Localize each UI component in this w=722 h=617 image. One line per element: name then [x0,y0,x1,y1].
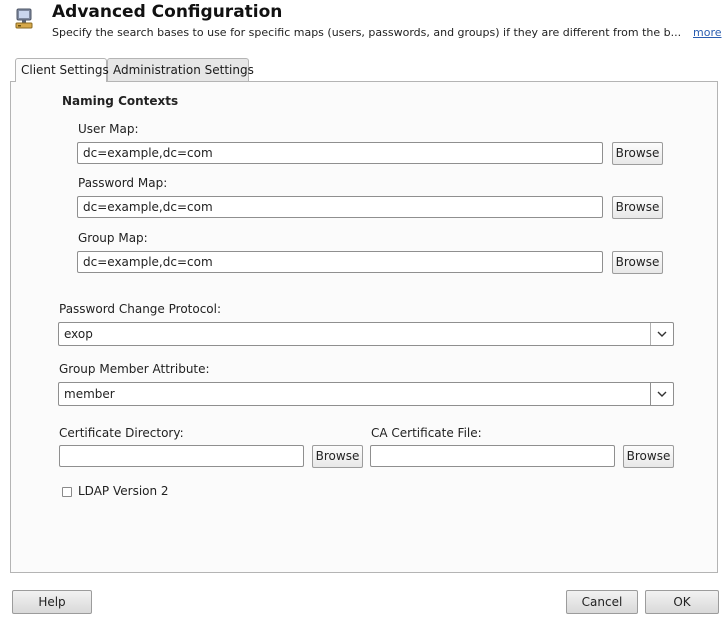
naming-contexts-heading: Naming Contexts [62,94,179,108]
user-map-label: User Map: [78,122,139,136]
user-map-field[interactable]: dc=example,dc=com [77,142,603,164]
certificate-directory-browse-button[interactable]: Browse [312,445,363,468]
computer-network-icon [14,7,34,31]
dialog-description: Specify the search bases to use for spec… [52,26,682,39]
ldap-version2-checkbox[interactable] [62,487,72,497]
chevron-down-icon[interactable] [650,323,673,345]
ldap-version2-label[interactable]: LDAP Version 2 [78,484,169,498]
password-change-protocol-select[interactable]: exop [58,322,674,346]
certificate-directory-label: Certificate Directory: [59,426,184,440]
password-map-label: Password Map: [78,176,168,190]
password-map-browse-button[interactable]: Browse [612,196,663,219]
ca-certificate-file-label: CA Certificate File: [371,426,482,440]
more-link[interactable]: more [693,26,722,39]
group-member-attribute-combo[interactable]: member [58,382,674,406]
password-change-protocol-value: exop [64,327,93,341]
help-button[interactable]: Help [12,590,92,614]
chevron-down-icon[interactable] [650,383,673,405]
group-map-field[interactable]: dc=example,dc=com [77,251,603,273]
tab-client-settings[interactable]: Client Settings [15,58,109,82]
group-member-attribute-value: member [64,387,115,401]
dialog-title: Advanced Configuration [52,2,283,22]
cancel-button[interactable]: Cancel [566,590,638,614]
ca-certificate-file-field[interactable] [370,445,615,467]
group-member-attribute-label: Group Member Attribute: [59,362,210,376]
ca-certificate-file-browse-button[interactable]: Browse [623,445,674,468]
password-map-field[interactable]: dc=example,dc=com [77,196,603,218]
ok-button[interactable]: OK [645,590,719,614]
user-map-browse-button[interactable]: Browse [612,142,663,165]
group-map-label: Group Map: [78,231,148,245]
certificate-directory-field[interactable] [59,445,304,467]
group-map-browse-button[interactable]: Browse [612,251,663,274]
tab-administration-settings[interactable]: Administration Settings [107,58,254,81]
password-change-protocol-label: Password Change Protocol: [59,302,222,316]
